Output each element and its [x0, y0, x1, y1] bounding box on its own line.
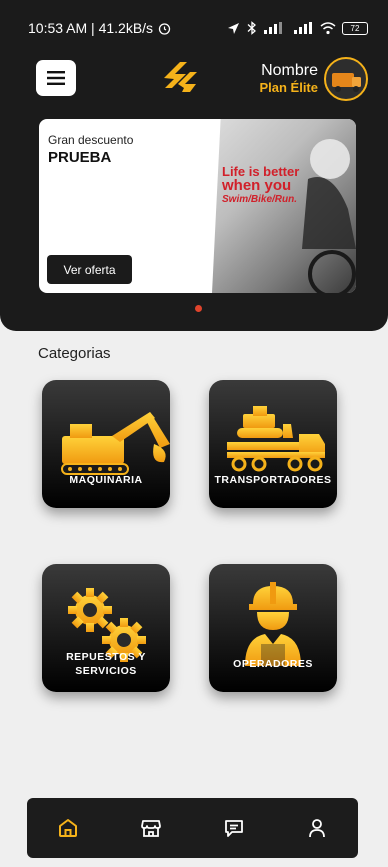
banner-image-text: Life is better when you Swim/Bike/Run. — [222, 165, 299, 207]
category-label-operadores: OPERADORES — [233, 658, 313, 670]
worker-icon — [245, 582, 301, 666]
alarm-icon — [158, 22, 171, 35]
signal-icon — [264, 22, 282, 34]
nav-profile[interactable] — [297, 808, 337, 848]
category-card-operadores[interactable]: OPERADORES — [209, 564, 337, 692]
category-card-repuestos[interactable]: REPUESTOS Y SERVICIOS — [42, 564, 170, 692]
excavator-icon — [61, 412, 170, 475]
category-label-transportadores: TRANSPORTADORES — [214, 474, 332, 486]
category-card-transportadores[interactable]: TRANSPORTADORES — [209, 380, 337, 508]
store-icon — [141, 820, 162, 837]
menu-button[interactable] — [36, 60, 76, 96]
app-logo-icon — [164, 62, 197, 92]
wifi-icon — [320, 21, 336, 34]
home-icon — [59, 819, 78, 837]
battery-icon: 72 — [342, 21, 368, 35]
chat-icon — [224, 820, 243, 837]
avatar[interactable] — [324, 57, 368, 101]
status-bar: 10:53 AM | 41.2kB/s 72 — [28, 17, 368, 39]
bluetooth-icon — [247, 21, 256, 35]
nav-chat[interactable] — [214, 808, 254, 848]
banner-image: Life is better when you Swim/Bike/Run. — [212, 119, 356, 293]
truck-bulldozer-icon — [227, 406, 325, 472]
profile-icon — [308, 819, 325, 838]
header: 10:53 AM | 41.2kB/s 72 Nombre Plan Élite… — [0, 0, 388, 331]
category-label-maquinaria: MAQUINARIA — [69, 474, 143, 486]
view-offer-button[interactable]: Ver oferta — [47, 255, 132, 284]
status-time: 10:53 AM | 41.2kB/s — [28, 20, 154, 36]
hamburger-icon — [47, 71, 65, 85]
bottom-navigation — [27, 798, 358, 858]
banner-title: PRUEBA — [48, 149, 112, 166]
user-plan: Plan Élite — [259, 80, 318, 95]
nav-home[interactable] — [48, 808, 88, 848]
nav-store[interactable] — [131, 808, 171, 848]
signal-icon-2 — [294, 22, 312, 34]
location-icon — [228, 22, 239, 34]
categories-heading: Categorias — [38, 345, 111, 362]
user-name: Nombre — [261, 62, 318, 79]
truck-avatar-icon — [332, 73, 361, 92]
promo-banner[interactable]: Gran descuento PRUEBA Ver oferta Life is… — [39, 119, 356, 293]
carousel-indicator[interactable] — [195, 305, 202, 312]
banner-subtitle: Gran descuento — [48, 133, 134, 147]
banner-image-line-2: when you — [222, 177, 292, 194]
category-card-maquinaria[interactable]: MAQUINARIA — [42, 380, 170, 508]
user-profile[interactable]: Nombre Plan Élite — [259, 57, 368, 101]
banner-image-line-3: Swim/Bike/Run. — [222, 194, 298, 205]
category-label-repuestos: REPUESTOS Y SERVICIOS — [66, 651, 146, 677]
